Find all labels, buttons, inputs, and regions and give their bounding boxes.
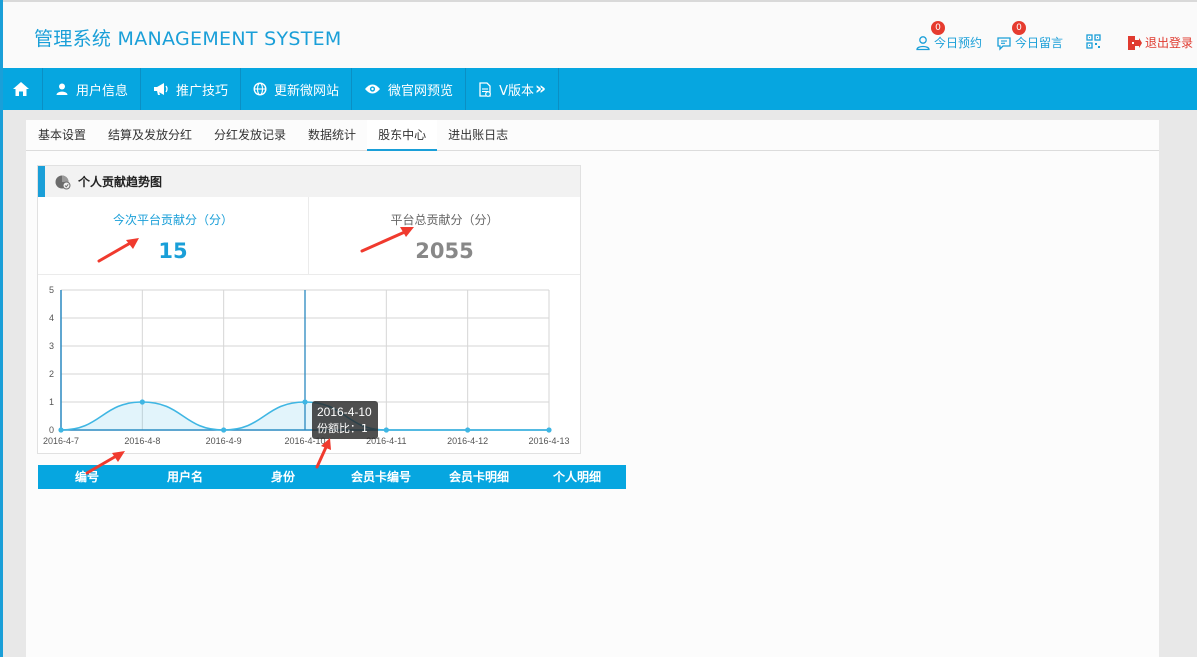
nav-label: 微官网预览 xyxy=(388,83,454,99)
nav-user-info[interactable]: 用户信息 xyxy=(43,68,142,110)
nav-label: 推广技巧 xyxy=(176,83,229,99)
tooltip-date: 2016-4-10 xyxy=(317,405,372,419)
appointments-label: 今日预约 xyxy=(934,36,983,50)
messages-count-badge: 0 xyxy=(1012,21,1026,35)
th-card-number: 会员卡编号 xyxy=(350,470,411,484)
tab-ledger-log[interactable]: 进出账日志 xyxy=(437,120,519,151)
th-card-detail: 会员卡明细 xyxy=(448,470,509,484)
th-role: 身份 xyxy=(270,470,295,484)
data-point xyxy=(139,399,145,405)
data-point xyxy=(465,427,471,433)
chevron-double-right-icon: » xyxy=(534,79,546,99)
stat-current-contribution: 今次平台贡献分（分） 15 xyxy=(38,197,309,275)
member-table-header: 编号 用户名 身份 会员卡编号 会员卡明细 个人明细 xyxy=(38,465,626,489)
stat-label: 平台总贡献分（分） xyxy=(390,213,499,227)
nav-promotion-tips[interactable]: 推广技巧 xyxy=(141,68,242,110)
appointments-count-badge: 0 xyxy=(931,21,945,35)
y-tick-label: 4 xyxy=(49,313,54,323)
x-tick-label: 2016-4-8 xyxy=(124,436,160,446)
chart-pie-icon xyxy=(55,175,71,190)
nav-label: 用户信息 xyxy=(76,83,129,99)
panel-header: 个人贡献趋势图 xyxy=(38,166,580,197)
y-tick-label: 5 xyxy=(49,285,54,295)
nav-label: V版本 xyxy=(499,83,534,99)
stat-label: 今次平台贡献分（分） xyxy=(112,213,233,227)
data-point xyxy=(546,427,552,433)
main-nav: 用户信息 推广技巧 更新微网站 微官网预览 V版本 » xyxy=(0,68,1197,110)
megaphone-icon xyxy=(154,83,168,95)
trend-chart-svg: 0 1 2 3 4 5 2016-4-7 2016-4-8 2016-4-9 2016-4-10 2… xyxy=(43,285,570,446)
tab-dividend-records[interactable]: 分红发放记录 xyxy=(203,120,297,151)
tab-settlement-dividends[interactable]: 结算及发放分红 xyxy=(97,120,203,151)
stat-value: 2055 xyxy=(415,239,474,263)
th-username: 用户名 xyxy=(166,470,203,484)
qrcode-button[interactable] xyxy=(1086,34,1101,49)
tab-basic-settings[interactable]: 基本设置 xyxy=(27,120,97,151)
messages-label: 今日留言 xyxy=(1015,36,1064,50)
logout-icon xyxy=(1128,35,1142,50)
today-messages-link[interactable]: 0 今日留言 xyxy=(996,21,1064,51)
left-accent-bar xyxy=(0,0,3,657)
data-point xyxy=(383,427,389,433)
nav-update-microsite[interactable]: 更新微网站 xyxy=(241,68,353,110)
brand-title: 管理系统 MANAGEMENT SYSTEM xyxy=(34,28,342,50)
stat-value: 15 xyxy=(158,239,188,263)
y-tick-label: 2 xyxy=(49,369,54,379)
tab-statistics[interactable]: 数据统计 xyxy=(297,120,367,151)
th-id: 编号 xyxy=(74,470,99,484)
logout-label: 退出登录 xyxy=(1145,36,1194,50)
document-icon xyxy=(479,81,491,97)
x-tick-label: 2016-4-9 xyxy=(206,436,242,446)
logout-link[interactable]: 退出登录 xyxy=(1126,34,1193,51)
y-tick-label: 1 xyxy=(49,397,54,407)
stats-row: 今次平台贡献分（分） 15 平台总贡献分（分） 2055 xyxy=(38,197,580,275)
x-tick-label: 2016-4-12 xyxy=(447,436,488,446)
nav-site-preview[interactable]: 微官网预览 xyxy=(352,68,467,110)
right-gutter xyxy=(1159,110,1197,657)
content-area: 基本设置 结算及发放分红 分红发放记录 数据统计 股东中心 进出账日志 个人贡献… xyxy=(26,120,1159,657)
eye-icon xyxy=(365,84,381,94)
x-tick-label: 2016-4-7 xyxy=(43,436,79,446)
top-header: 管理系统 MANAGEMENT SYSTEM 0 今日预约 0 今日留言 退出登… xyxy=(0,0,1197,68)
user-icon xyxy=(56,83,68,95)
home-icon xyxy=(13,82,29,96)
nav-home[interactable] xyxy=(0,68,43,110)
stat-total-contribution: 平台总贡献分（分） 2055 xyxy=(309,197,580,275)
data-point xyxy=(58,427,64,433)
x-tick-label: 2016-4-13 xyxy=(528,436,569,446)
contribution-trend-panel: 个人贡献趋势图 今次平台贡献分（分） 15 平台总贡献分（分） 2055 0 1 2… xyxy=(37,165,581,454)
panel-title: 个人贡献趋势图 xyxy=(78,175,163,189)
chat-bubble-icon xyxy=(997,36,1011,51)
sub-tabs: 基本设置 结算及发放分红 分红发放记录 数据统计 股东中心 进出账日志 xyxy=(26,120,1159,151)
tab-shareholder-center[interactable]: 股东中心 xyxy=(367,120,438,151)
globe-icon xyxy=(253,82,267,96)
th-personal-detail: 个人明细 xyxy=(552,470,601,484)
user-outline-icon xyxy=(916,35,930,50)
nav-label: 更新微网站 xyxy=(274,83,340,99)
y-tick-label: 3 xyxy=(49,341,54,351)
nav-version[interactable]: V版本 » xyxy=(466,68,559,110)
data-point xyxy=(302,399,308,405)
data-point xyxy=(221,427,227,433)
tooltip-value: 份额比：1 xyxy=(317,422,368,435)
y-tick-label: 0 xyxy=(49,425,54,435)
trend-chart: 0 1 2 3 4 5 2016-4-7 2016-4-8 2016-4-9 2016-4-10 2… xyxy=(38,275,580,453)
today-appointments-link[interactable]: 0 今日预约 xyxy=(915,21,983,51)
qrcode-icon xyxy=(1086,34,1101,49)
